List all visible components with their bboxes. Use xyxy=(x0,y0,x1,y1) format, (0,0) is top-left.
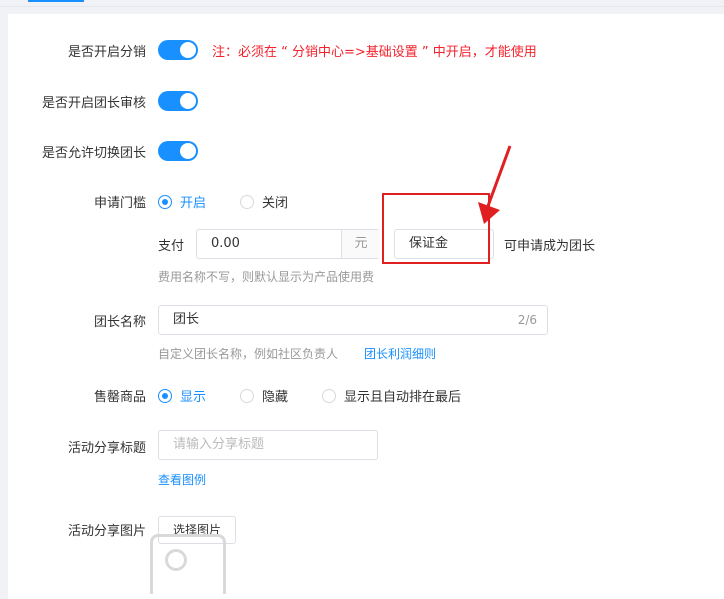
apply-threshold-label: 申请门槛 xyxy=(93,196,146,211)
sold-out-show-text: 显示 xyxy=(180,390,207,405)
radio-dot xyxy=(240,388,254,403)
leader-profit-rules-link[interactable]: 团长利润细则 xyxy=(364,345,436,362)
apply-suffix-text: 可申请成为团长 xyxy=(504,239,596,254)
fee-name-hint: 费用名称不写，则默认显示为产品使用费 xyxy=(158,270,375,284)
radio-dot xyxy=(158,194,172,209)
switch-knob xyxy=(180,42,196,58)
threshold-radio-close[interactable]: 关闭 xyxy=(240,192,288,211)
amount-value: 0.00 xyxy=(211,236,240,251)
pay-label: 支付 xyxy=(158,239,185,254)
switch-knob xyxy=(180,143,196,159)
leader-name-input[interactable]: 团长 2/6 xyxy=(158,305,548,335)
distribution-note: 注：必须在 “ 分销中心=>基础设置 ” 中开启，才能使用 xyxy=(212,45,537,60)
sold-out-radio-hide[interactable]: 隐藏 xyxy=(240,386,288,405)
leader-review-switch[interactable] xyxy=(158,91,198,111)
enable-distribution-switch[interactable] xyxy=(158,40,198,60)
threshold-open-text: 开启 xyxy=(180,196,207,211)
share-title-input[interactable]: 请输入分享标题 xyxy=(158,430,378,460)
threshold-close-text: 关闭 xyxy=(262,196,289,211)
active-tab-indicator xyxy=(28,0,84,2)
radio-dot xyxy=(322,388,336,403)
leader-review-label: 是否开启团长审核 xyxy=(41,96,146,111)
leader-name-hint: 自定义团长名称，例如社区负责人 xyxy=(158,347,339,361)
sold-out-radio-show-last[interactable]: 显示且自动排在最后 xyxy=(322,386,461,405)
leader-name-label: 团长名称 xyxy=(93,315,146,330)
sold-out-hide-text: 隐藏 xyxy=(262,390,289,405)
top-tab-bar xyxy=(0,0,724,7)
sold-out-show-last-text: 显示且自动排在最后 xyxy=(344,390,462,405)
enable-distribution-label: 是否开启分销 xyxy=(67,45,146,60)
currency-unit: 元 xyxy=(341,230,380,258)
radio-dot xyxy=(158,388,172,403)
image-placeholder-circle xyxy=(165,549,187,571)
share-title-label: 活动分享标题 xyxy=(67,441,146,456)
leader-name-value: 团长 xyxy=(173,312,200,327)
share-image-label: 活动分享图片 xyxy=(67,524,146,539)
view-example-link[interactable]: 查看图例 xyxy=(158,471,206,488)
switch-leader-label: 是否允许切换团长 xyxy=(41,146,146,161)
switch-leader-switch[interactable] xyxy=(158,141,198,161)
share-title-placeholder: 请输入分享标题 xyxy=(173,437,265,452)
sold-out-label: 售罄商品 xyxy=(93,390,146,405)
annotation-arrow-icon xyxy=(478,145,512,224)
sold-out-radio-show[interactable]: 显示 xyxy=(158,386,206,405)
radio-dot xyxy=(240,194,254,209)
leader-name-count: 2/6 xyxy=(517,313,537,327)
image-placeholder-icon[interactable] xyxy=(150,534,226,594)
threshold-radio-open[interactable]: 开启 xyxy=(158,192,206,211)
switch-knob xyxy=(180,93,196,109)
